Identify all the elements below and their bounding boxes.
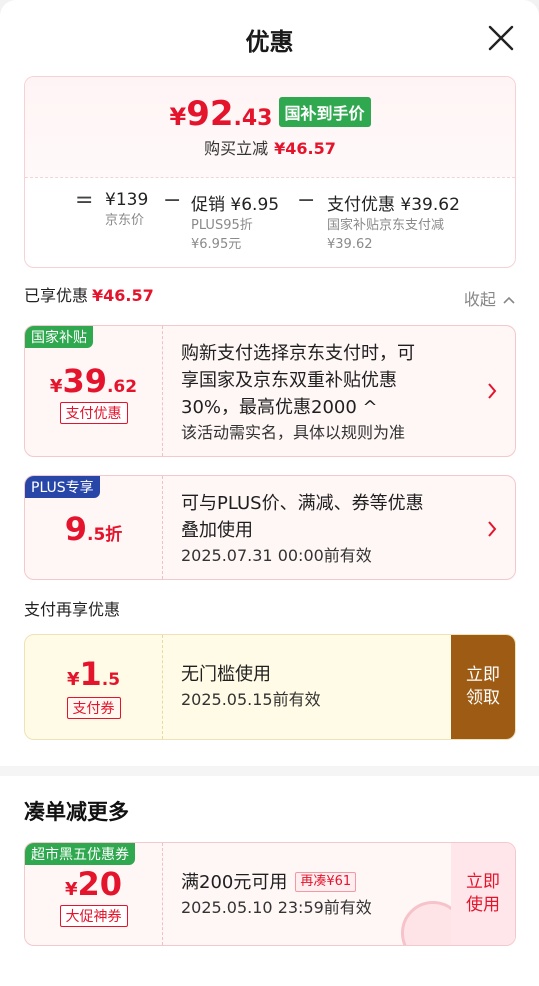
subsidy-price-badge: 国补到手价 bbox=[278, 97, 371, 127]
coupon-desc-line: 满200元可用 再凑¥61 bbox=[181, 869, 475, 896]
pay-section-label: 支付再享优惠 bbox=[24, 600, 121, 619]
supermarket-coupon-card: 超市黑五优惠券 ¥20 大促神券 满200元可用 再凑¥61 2025.05.10… bbox=[24, 842, 516, 946]
subsidy-tag: 国家补贴 bbox=[25, 326, 93, 348]
chevron-up-icon bbox=[503, 296, 515, 304]
coupon-validity: 2025.07.31 00:00前有效 bbox=[181, 546, 372, 565]
coupon-desc-line: 无门槛使用 bbox=[181, 664, 271, 685]
subsidy-coupon-card[interactable]: 国家补贴 ¥39.62 支付优惠 购新支付选择京东支付时，可 享国家及京东双重补… bbox=[24, 325, 516, 457]
more-section-title: 凑单减更多 bbox=[24, 800, 129, 824]
close-icon[interactable] bbox=[487, 24, 515, 52]
chevron-right-icon[interactable] bbox=[487, 382, 497, 400]
claim-button[interactable]: 立即领取 bbox=[451, 635, 515, 739]
collapse-button[interactable]: 收起 bbox=[464, 286, 515, 310]
pay-coupon-card: ¥1.5 支付券 无门槛使用 2025.05.15前有效 立即领取 bbox=[24, 634, 516, 740]
sheet-title: 优惠 bbox=[245, 28, 294, 56]
coupon-sheet: 优惠 ¥ 92 .43 国补到手价 购买立减¥46.57 = ¥139 京东价 bbox=[0, 0, 539, 986]
coupon-type-pill: 支付优惠 bbox=[59, 402, 128, 424]
coupon-desc-line: 享国家及京东双重补贴优惠 bbox=[181, 370, 397, 391]
instant-discount: 购买立减 ¥46.57 bbox=[204, 139, 336, 158]
coupon-amount: 9.5折 bbox=[64, 510, 123, 548]
supermarket-tag: 超市黑五优惠券 bbox=[25, 843, 135, 865]
coupon-desc-line: 可与PLUS价、满减、券等优惠 bbox=[181, 493, 424, 514]
coupon-desc-line: 购新支付选择京东支付时，可 bbox=[181, 343, 415, 364]
chevron-right-icon[interactable] bbox=[487, 520, 497, 538]
coupon-amount: ¥20 bbox=[64, 865, 123, 903]
payment-discount: 支付优惠 ¥39.62 国家补贴京东支付减 ¥39.62 bbox=[327, 195, 460, 252]
use-now-button[interactable]: 立即使用 bbox=[451, 843, 515, 945]
price-summary-card: ¥ 92 .43 国补到手价 购买立减 ¥46.57 = ¥139 京东价 − 促… bbox=[24, 76, 516, 268]
jd-price: ¥139 京东价 bbox=[105, 190, 149, 228]
coupon-desc-line[interactable]: 30%，最高优惠2000 ^ bbox=[181, 394, 475, 421]
add-more-badge: 再凑¥61 bbox=[295, 872, 357, 892]
coupon-type-pill: 支付券 bbox=[66, 697, 121, 719]
minus-sign: − bbox=[297, 188, 316, 213]
coupon-amount: ¥39.62 bbox=[49, 362, 138, 400]
enjoyed-discount: 已享优惠 ¥46.57 bbox=[24, 286, 154, 305]
coupon-type-pill: 大促神券 bbox=[59, 905, 128, 927]
plus-coupon-card[interactable]: PLUS专享 9.5折 可与PLUS价、满减、券等优惠 叠加使用 2025.07… bbox=[24, 475, 516, 580]
coupon-validity: 2025.05.15前有效 bbox=[181, 690, 321, 709]
final-price: ¥ 92 .43 bbox=[169, 94, 273, 134]
plus-tag: PLUS专享 bbox=[25, 476, 100, 498]
coupon-desc-line: 叠加使用 bbox=[181, 520, 253, 541]
minus-sign: − bbox=[163, 188, 182, 213]
promo-discount: 促销 ¥6.95 PLUS95折 ¥6.95元 bbox=[191, 195, 280, 252]
equals-sign: = bbox=[75, 188, 94, 213]
section-divider bbox=[0, 766, 539, 776]
coupon-amount: ¥1.5 bbox=[66, 655, 121, 693]
coupon-rule-note: 该活动需实名，具体以规则为准 bbox=[181, 423, 406, 442]
